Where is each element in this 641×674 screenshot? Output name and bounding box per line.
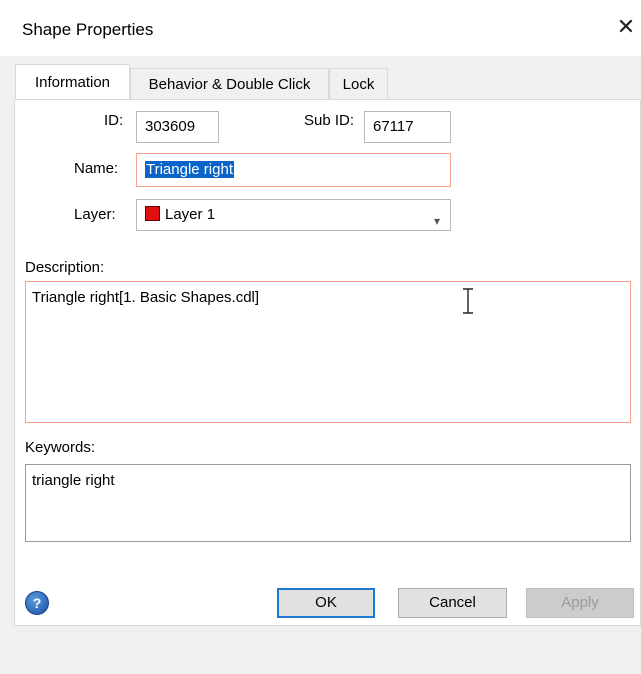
name-value: Triangle right bbox=[145, 161, 234, 178]
title-bar: Shape Properties ✕ bbox=[0, 0, 641, 56]
keywords-textarea[interactable]: triangle right bbox=[25, 464, 631, 542]
id-field[interactable]: 303609 bbox=[136, 111, 219, 143]
keywords-label: Keywords: bbox=[25, 439, 96, 456]
name-field[interactable]: Triangle right bbox=[136, 153, 451, 187]
cancel-button[interactable]: Cancel bbox=[398, 588, 507, 618]
name-label: Name: bbox=[74, 160, 119, 177]
id-label: ID: bbox=[104, 112, 124, 129]
dialog-body: Information Behavior & Double Click Lock… bbox=[0, 56, 641, 674]
tab-lock[interactable]: Lock bbox=[329, 68, 388, 100]
tab-strip: Information Behavior & Double Click Lock bbox=[0, 56, 641, 102]
help-icon[interactable]: ? bbox=[25, 591, 49, 615]
tab-behavior-double-click[interactable]: Behavior & Double Click bbox=[130, 68, 329, 100]
subid-label: Sub ID: bbox=[304, 112, 355, 129]
subid-field[interactable]: 67117 bbox=[364, 111, 451, 143]
layer-color-swatch bbox=[145, 206, 160, 221]
tab-information[interactable]: Information bbox=[15, 64, 130, 100]
close-icon[interactable]: ✕ bbox=[612, 14, 640, 42]
layer-value: Layer 1 bbox=[165, 206, 216, 223]
shape-properties-dialog: Shape Properties ✕ Information Behavior … bbox=[0, 0, 641, 674]
layer-dropdown[interactable]: Layer 1 ▾ bbox=[136, 199, 451, 231]
description-textarea[interactable]: Triangle right[1. Basic Shapes.cdl] bbox=[25, 281, 631, 423]
ok-button[interactable]: OK bbox=[277, 588, 375, 618]
window-title: Shape Properties bbox=[22, 20, 154, 39]
information-panel: ID: 303609 Sub ID: 67117 Name: Triangle … bbox=[14, 99, 641, 626]
chevron-down-icon[interactable]: ▾ bbox=[434, 206, 440, 236]
description-label: Description: bbox=[25, 259, 105, 276]
text-cursor-icon bbox=[463, 288, 473, 314]
layer-label: Layer: bbox=[74, 206, 116, 223]
apply-button[interactable]: Apply bbox=[526, 588, 634, 618]
